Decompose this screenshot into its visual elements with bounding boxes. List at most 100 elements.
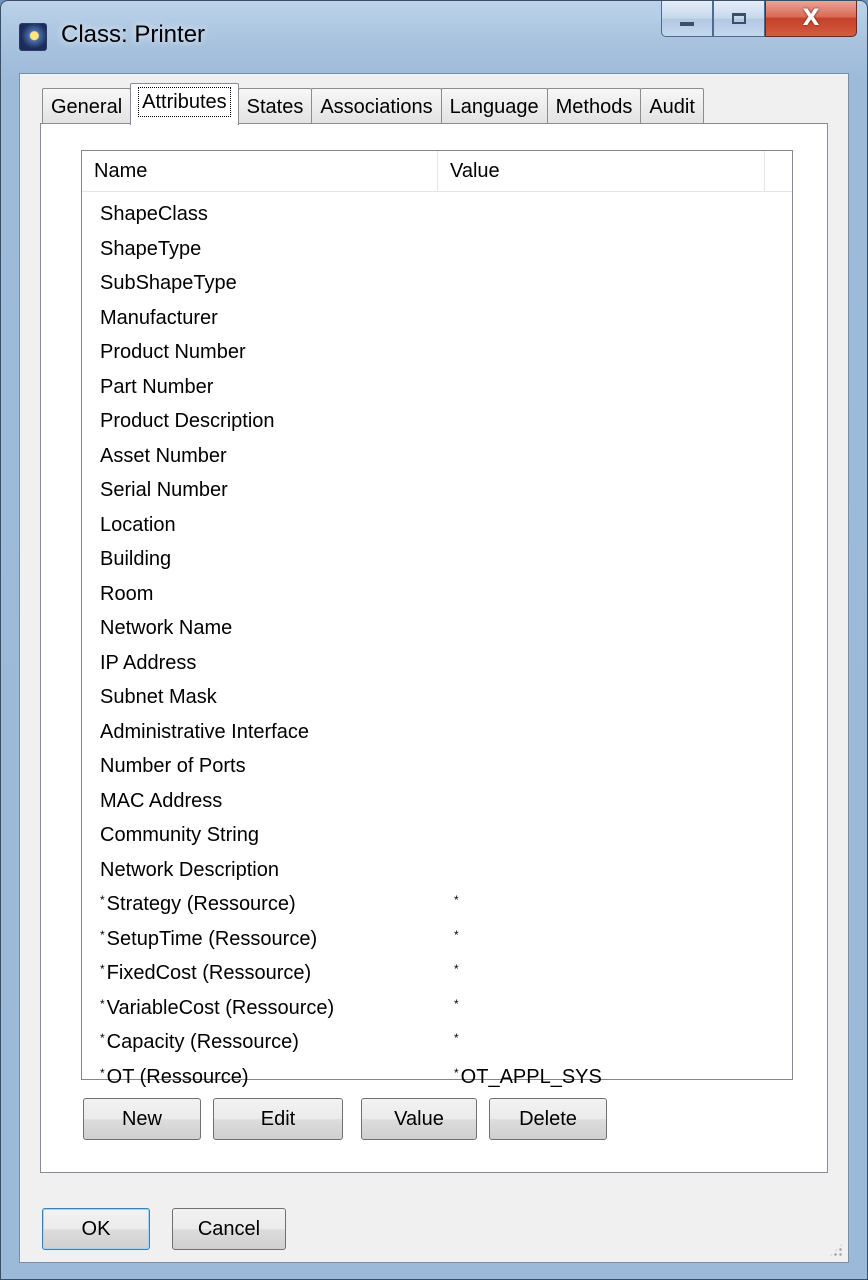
list-item[interactable]: * FixedCost (Ressource) * <box>82 958 792 993</box>
column-header-name[interactable]: Name <box>82 151 438 191</box>
attribute-name-text: Number of Ports <box>100 755 246 777</box>
list-item[interactable]: IP Address <box>82 648 792 683</box>
list-item[interactable]: Room <box>82 579 792 614</box>
delete-button[interactable]: Delete <box>489 1098 607 1140</box>
attribute-name: Asset Number <box>100 445 227 468</box>
list-item[interactable]: * Strategy (Ressource) * <box>82 889 792 924</box>
attribute-value: * <box>454 893 461 916</box>
inherited-marker: * <box>100 927 105 942</box>
tab-audit[interactable]: Audit <box>640 88 704 124</box>
attribute-value: * <box>454 1031 461 1054</box>
list-item[interactable]: Product Description <box>82 406 792 441</box>
tab-label: General <box>51 96 123 118</box>
app-icon[interactable] <box>19 23 47 51</box>
list-item[interactable]: * OT (Ressource) * OT_APPL_SYS <box>82 1062 792 1097</box>
attribute-name: Network Description <box>100 859 279 882</box>
attribute-name-text: ShapeType <box>100 237 202 260</box>
attribute-value: * <box>454 962 461 985</box>
attribute-name-text: SubShapeType <box>100 272 237 294</box>
attribute-name: Subnet Mask <box>100 686 217 709</box>
list-item[interactable]: Manufacturer <box>82 303 792 338</box>
list-item[interactable]: Subnet Mask <box>82 682 792 717</box>
attribute-name-text: Room <box>100 582 154 605</box>
ok-button[interactable]: OK <box>42 1208 150 1250</box>
list-item[interactable]: Number of Ports <box>82 751 792 786</box>
tab-general[interactable]: General <box>42 88 132 124</box>
tab-states[interactable]: States <box>237 88 313 124</box>
attribute-name: MAC Address <box>100 790 222 813</box>
attribute-name: * Strategy (Ressource) <box>100 893 296 916</box>
resize-grip-icon[interactable] <box>828 1242 844 1258</box>
attribute-name: * OT (Ressource) <box>100 1066 249 1089</box>
list-item[interactable]: Asset Number <box>82 441 792 476</box>
tab-associations[interactable]: Associations <box>311 88 442 124</box>
attribute-name-text: VariableCost (Ressource) <box>106 996 335 1019</box>
list-item[interactable]: Part Number <box>82 372 792 407</box>
inherited-marker: * <box>100 1031 105 1045</box>
close-button[interactable]: X <box>765 1 857 37</box>
list-item[interactable]: Serial Number <box>82 475 792 510</box>
list-item[interactable]: * Capacity (Ressource) * <box>82 1027 792 1062</box>
inherited-marker: * <box>454 893 459 907</box>
list-item[interactable]: ShapeType <box>82 234 792 269</box>
cancel-button[interactable]: Cancel <box>172 1208 286 1250</box>
attribute-name-text: OT (Ressource) <box>106 1065 249 1088</box>
attributes-tab-panel: Name Value ShapeClass ShapeType SubShapeTy… <box>40 123 828 1173</box>
inherited-marker: * <box>454 1065 459 1080</box>
minimize-button[interactable] <box>661 1 713 37</box>
attribute-name-text: Capacity (Ressource) <box>106 1031 299 1053</box>
attribute-name-text: Network Name <box>100 617 233 639</box>
list-item[interactable]: Location <box>82 510 792 545</box>
list-item[interactable]: * SetupTime (Ressource) * <box>82 924 792 959</box>
list-item[interactable]: Building <box>82 544 792 579</box>
column-header-value[interactable]: Value <box>438 151 765 191</box>
attribute-name: * SetupTime (Ressource) <box>100 928 317 951</box>
title-bar[interactable]: Class: Printer X <box>1 1 867 71</box>
attribute-name: Building <box>100 548 171 571</box>
list-item[interactable]: Community String <box>82 820 792 855</box>
list-item[interactable]: Administrative Interface <box>82 717 792 752</box>
tab-language[interactable]: Language <box>440 88 548 124</box>
attributes-list[interactable]: Name Value ShapeClass ShapeType SubShapeTy… <box>81 150 793 1088</box>
attribute-name-text: Product Description <box>100 410 275 432</box>
tab-methods[interactable]: Methods <box>546 88 642 124</box>
tab-label: States <box>246 96 304 118</box>
attribute-name: Manufacturer <box>100 307 218 330</box>
list-header: Name Value <box>82 151 792 192</box>
attribute-name-text: SetupTime (Ressource) <box>106 927 318 950</box>
attribute-name-text: IP Address <box>100 651 197 674</box>
attribute-name-text: Community String <box>100 824 259 846</box>
attribute-name: Administrative Interface <box>100 721 309 744</box>
attribute-name: * Capacity (Ressource) <box>100 1031 299 1054</box>
inherited-marker: * <box>100 996 105 1011</box>
close-icon: X <box>802 6 820 31</box>
list-item[interactable]: * VariableCost (Ressource) * <box>82 993 792 1028</box>
attribute-name: Community String <box>100 824 259 847</box>
tab-label: Associations <box>320 96 433 118</box>
attribute-value: * OT_APPL_SYS <box>454 1066 602 1089</box>
caption-buttons: X <box>661 1 857 39</box>
attribute-name-text: Asset Number <box>100 444 227 467</box>
attribute-name-text: Location <box>100 513 176 536</box>
attribute-name: ShapeClass <box>100 203 208 226</box>
attribute-name: Room <box>100 583 153 606</box>
attribute-name: * VariableCost (Ressource) <box>100 997 334 1020</box>
list-item[interactable]: Network Description <box>82 855 792 890</box>
inherited-marker: * <box>100 962 105 976</box>
new-button[interactable]: New <box>83 1098 201 1140</box>
tab-attributes[interactable]: Attributes <box>130 83 239 125</box>
dialog-window: Class: Printer X General Attributes Stat… <box>0 0 868 1280</box>
list-item[interactable]: MAC Address <box>82 786 792 821</box>
inherited-marker: * <box>100 1065 105 1080</box>
list-item[interactable]: ShapeClass <box>82 199 792 234</box>
attribute-name-text: Subnet Mask <box>100 686 217 708</box>
inherited-marker: * <box>454 996 459 1011</box>
attribute-name-text: Product Number <box>100 341 246 363</box>
maximize-button[interactable] <box>713 1 765 37</box>
list-item[interactable]: Product Number <box>82 337 792 372</box>
attribute-value: * <box>454 928 461 951</box>
list-item[interactable]: Network Name <box>82 613 792 648</box>
value-button[interactable]: Value <box>361 1098 477 1140</box>
edit-button[interactable]: Edit <box>213 1098 343 1140</box>
list-item[interactable]: SubShapeType <box>82 268 792 303</box>
